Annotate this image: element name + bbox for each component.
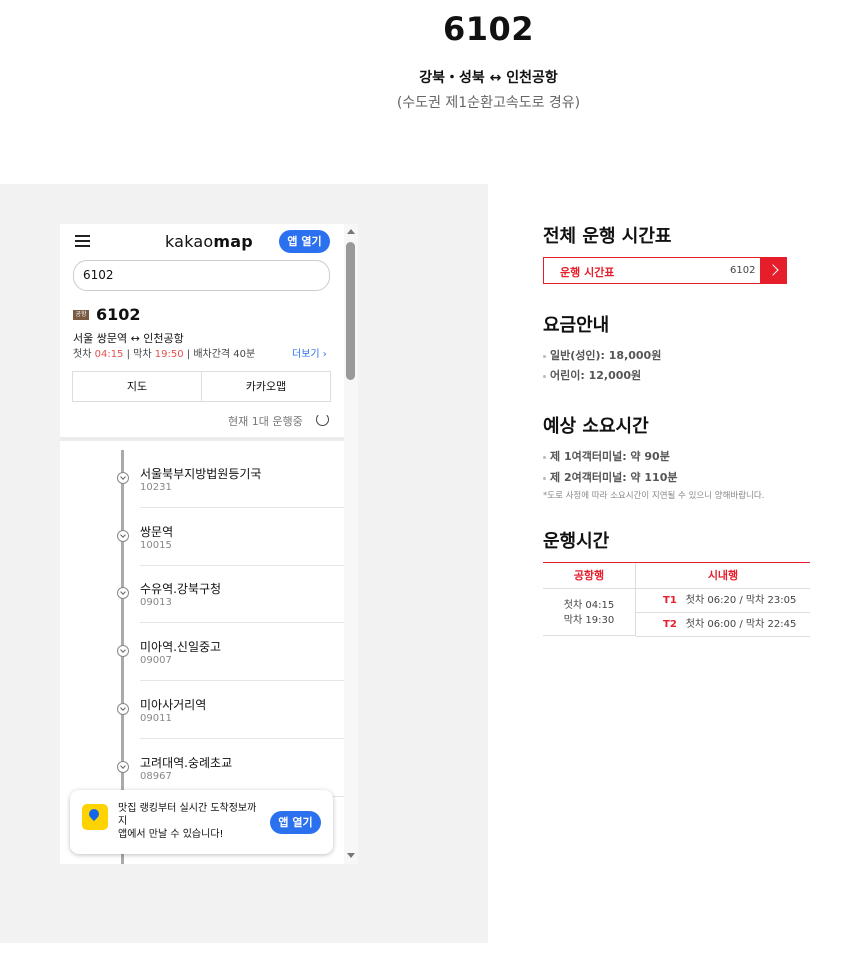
route-number: 6102: [442, 10, 535, 48]
refresh-icon[interactable]: [316, 413, 329, 426]
list-item[interactable]: 미아사거리역 09011: [60, 681, 344, 739]
list-item[interactable]: 쌍문역 10015: [60, 508, 344, 566]
chevron-down-icon: [117, 645, 129, 657]
list-item[interactable]: 서울북부지방법원등기국 10231: [60, 450, 344, 508]
first-label: 첫차: [73, 349, 92, 360]
divider: [60, 437, 344, 441]
list-item[interactable]: 고려대역.숭례초교 08967: [60, 739, 344, 797]
terminal-times: 첫차 06:20 / 막차 23:05: [685, 595, 797, 606]
stop-code: 10231: [140, 482, 172, 493]
list-item[interactable]: 미아역.신일중고 09007: [60, 623, 344, 681]
stop-code: 10015: [140, 540, 172, 551]
airport-badge: 공항: [73, 310, 89, 320]
terminal-label: T1: [663, 595, 677, 606]
first-time: 04:15: [94, 349, 124, 360]
interval: 배차간격 40분: [193, 349, 256, 360]
timetable-button-label: 운행 시간표: [560, 266, 615, 279]
stop-code: 09013: [140, 597, 172, 608]
stop-name: 미아역.신일중고: [140, 640, 222, 654]
chevron-right-icon[interactable]: [760, 257, 787, 284]
chevron-down-icon: [117, 761, 129, 773]
hours-title: 운행시간: [543, 531, 610, 552]
col-airbound: 공항행: [543, 563, 636, 589]
scroll-thumb[interactable]: [346, 242, 355, 380]
scrollbar[interactable]: [344, 224, 358, 864]
route-title: 강북・성북 ↔ 인천공항: [419, 70, 558, 86]
fare-adult-text: 일반(성인): 18,000원: [550, 349, 662, 362]
logo-text-bold: map: [213, 232, 253, 251]
stop-name: 미아사거리역: [140, 698, 207, 712]
timetable-button-number: 6102: [730, 265, 756, 276]
scroll-up-icon[interactable]: [347, 229, 355, 234]
hours-table: 공항행 시내행 첫차 04:15 막차 19:30 T1 첫차 06:20 / 막…: [543, 562, 810, 637]
stop-code: 08967: [140, 771, 172, 782]
duration-t1-text: 제 1여객터미널: 약 90분: [550, 450, 670, 463]
scroll-down-icon[interactable]: [347, 853, 355, 858]
timetable-title: 전체 운행 시간표: [543, 226, 672, 247]
kakaomap-embed[interactable]: kakaomap 앱 열기 6102 공항 6102 서울 쌍문역 ↔ 인천공항…: [60, 224, 358, 864]
app-promo-popup: 맛집 랭킹부터 실시간 도착정보까지 앱에서 만날 수 있습니다! 앱 열기: [70, 790, 333, 854]
route-subtitle: (수도권 제1순환고속도로 경유): [396, 95, 581, 111]
terminal-times: 첫차 06:00 / 막차 22:45: [685, 619, 797, 630]
bus-route: 서울 쌍문역 ↔ 인천공항: [73, 332, 184, 345]
fare-child: 어린이: 12,000원: [543, 367, 641, 383]
duration-title: 예상 소요시간: [543, 416, 649, 437]
stop-name: 쌍문역: [140, 525, 174, 539]
timetable-button[interactable]: 운행 시간표 6102: [543, 257, 787, 284]
running-status: 현재 1대 운행중: [228, 415, 303, 428]
stop-code: 09011: [140, 713, 172, 724]
duration-t2: 제 2여객터미널: 약 110분: [543, 469, 677, 485]
last-label: 막차: [133, 349, 152, 360]
stop-name: 고려대역.숭례초교: [140, 756, 233, 770]
chevron-down-icon: [117, 703, 129, 715]
more-link[interactable]: 더보기 ›: [292, 345, 327, 360]
last-time: 19:50: [154, 349, 184, 360]
promo-text: 맛집 랭킹부터 실시간 도착정보까지 앱에서 만날 수 있습니다!: [118, 803, 257, 840]
airbound-times: 첫차 04:15 막차 19:30: [543, 589, 636, 636]
stop-name: 서울북부지방법원등기국: [140, 467, 262, 481]
kakaomap-logo[interactable]: kakaomap: [165, 232, 253, 251]
terminal-label: T2: [663, 619, 677, 630]
table-row: T1 첫차 06:20 / 막차 23:05: [636, 589, 810, 613]
stop-name: 수유역.강북구청: [140, 582, 222, 596]
tab-kakaomap[interactable]: 카카오맵: [202, 372, 330, 401]
chevron-down-icon: [117, 530, 129, 542]
search-input[interactable]: 6102: [73, 260, 330, 291]
fare-adult: 일반(성인): 18,000원: [543, 347, 661, 363]
duration-note: *도로 사정에 따라 소요시간이 지연될 수 있으니 양해바랍니다.: [543, 491, 765, 501]
open-app-button[interactable]: 앱 열기: [270, 811, 321, 834]
duration-t1: 제 1여객터미널: 약 90분: [543, 448, 670, 464]
bus-schedule: 첫차 04:15 | 막차 19:50 | 배차간격 40분: [73, 349, 256, 360]
table-row: T2 첫차 06:00 / 막차 22:45: [636, 613, 810, 637]
fare-title: 요금안내: [543, 315, 610, 336]
menu-icon[interactable]: [75, 235, 90, 247]
airbound-last: 막차 19:30: [563, 615, 615, 626]
airbound-first: 첫차 04:15: [563, 600, 615, 611]
list-item[interactable]: 수유역.강북구청 09013: [60, 565, 344, 623]
chevron-down-icon: [117, 472, 129, 484]
open-app-button[interactable]: 앱 열기: [279, 230, 330, 253]
col-citybound: 시내행: [636, 563, 810, 589]
duration-t2-text: 제 2여객터미널: 약 110분: [550, 471, 678, 484]
logo-text: kakao: [165, 232, 214, 251]
tab-map[interactable]: 지도: [73, 372, 202, 401]
kakaomap-pin-icon: [82, 804, 108, 830]
bus-number: 6102: [96, 305, 141, 324]
stop-code: 09007: [140, 655, 172, 666]
fare-child-text: 어린이: 12,000원: [550, 369, 642, 382]
chevron-down-icon: [117, 587, 129, 599]
map-topbar: kakaomap 앱 열기: [60, 224, 344, 258]
view-tabs: 지도 카카오맵: [72, 371, 331, 402]
